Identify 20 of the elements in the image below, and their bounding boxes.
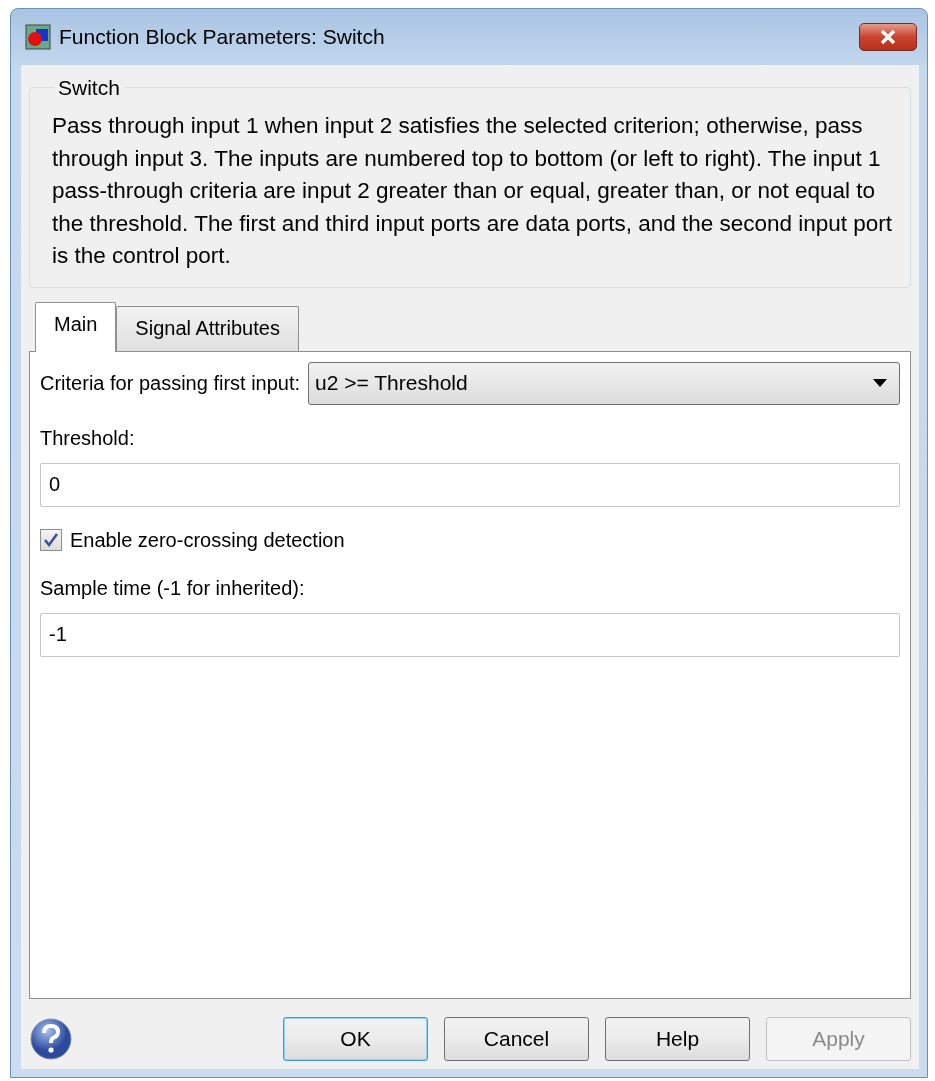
tab[interactable]: Main xyxy=(35,301,117,352)
text-field[interactable]: 0 xyxy=(40,462,900,507)
dialog-button[interactable]: Help xyxy=(605,1017,750,1061)
block-description: Pass through input 1 when input 2 satisfies the selected criterion; otherwise, pass through input 3. The inputs are numbered top to bottom (or left to right). The input 1 pass-through criteria are input 2 greater than or equal, greater than, or not equal to the threshold. The first and third input ports are data ports, and the second input port is the control port. xyxy=(52,112,894,270)
field-label: Sample time (-1 for inherited): xyxy=(40,575,306,601)
app-icon xyxy=(25,24,51,50)
close-button[interactable] xyxy=(859,23,917,51)
checkbox-label: Enable zero-crossing detection xyxy=(70,527,345,553)
checkbox[interactable] xyxy=(40,528,62,551)
field-label: Criteria for passing first input: xyxy=(40,371,301,396)
dialog-button[interactable]: OK xyxy=(283,1017,428,1061)
dropdown[interactable]: u2 >= Threshold xyxy=(308,361,900,405)
dialog-button[interactable]: Cancel xyxy=(444,1017,589,1061)
caret-icon xyxy=(873,379,887,387)
close-icon xyxy=(879,29,897,45)
field-label: Threshold: xyxy=(40,425,136,451)
window-title: Function Block Parameters: Switch xyxy=(59,24,386,51)
tab[interactable]: Signal Attributes xyxy=(116,305,299,351)
text-field[interactable]: -1 xyxy=(40,612,900,657)
help-icon[interactable] xyxy=(29,1017,73,1061)
